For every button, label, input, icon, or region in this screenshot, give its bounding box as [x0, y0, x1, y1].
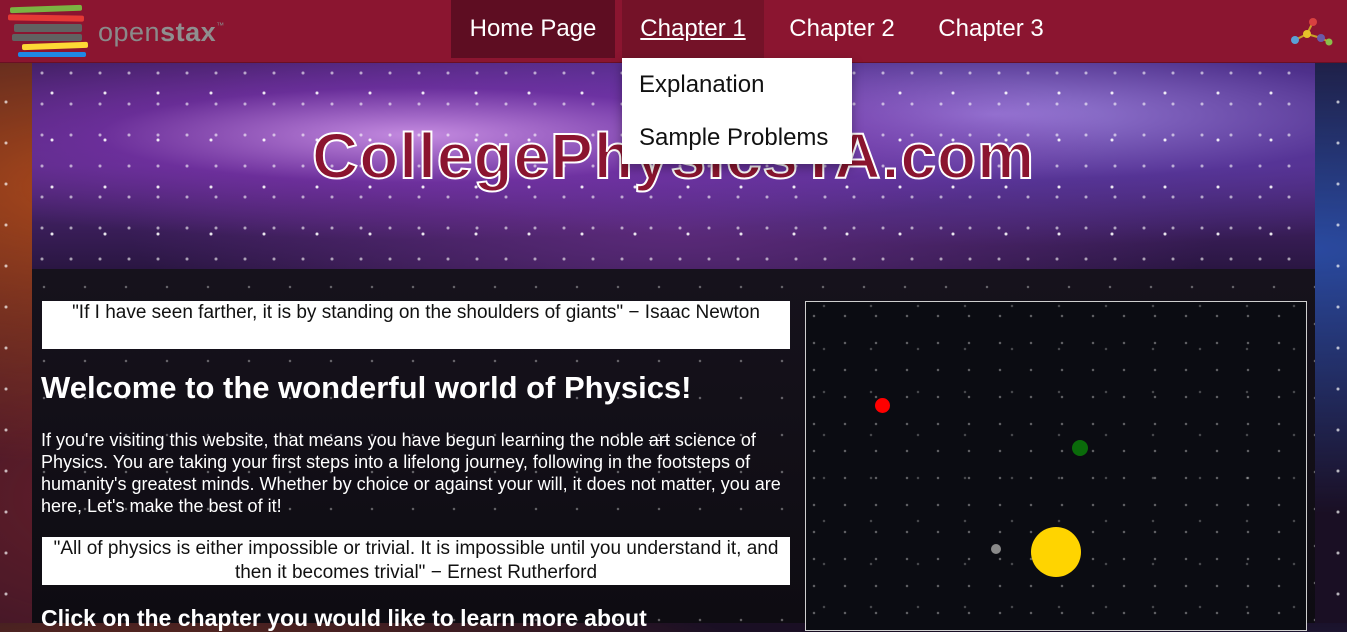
nav-chapter-3[interactable]: Chapter 3 [920, 0, 1062, 58]
chapter-prompt-heading: Click on the chapter you would like to l… [41, 605, 647, 631]
logo-wordmark: openstax™ [98, 17, 225, 47]
dropdown-item-explanation[interactable]: Explanation [622, 58, 852, 111]
welcome-heading: Welcome to the wonderful world of Physic… [41, 370, 692, 405]
red-planet [875, 398, 890, 413]
main-content: "If I have seen farther, it is by standi… [32, 269, 1315, 631]
rutherford-quote: "All of physics is either impossible or … [42, 537, 790, 585]
dropdown-item-sample-problems[interactable]: Sample Problems [622, 111, 852, 164]
top-navbar: openstax™ Home Page Chapter 1 Chapter 2 … [0, 0, 1347, 63]
sun [1031, 527, 1081, 577]
gray-planet [991, 544, 1001, 554]
nav-chapter-1[interactable]: Chapter 1 [622, 0, 764, 58]
green-planet [1072, 440, 1088, 456]
orbit-simulation-canvas[interactable] [805, 301, 1307, 631]
network-icon[interactable] [1287, 14, 1335, 48]
chapter-1-dropdown: Explanation Sample Problems [622, 58, 852, 164]
struck-word: art [648, 430, 670, 450]
intro-paragraph: If you're visiting this website, that me… [41, 430, 781, 516]
nav-chapter-2[interactable]: Chapter 2 [771, 0, 913, 58]
books-icon [7, 4, 90, 58]
openstax-logo[interactable]: openstax™ [7, 4, 238, 58]
nav-home-page[interactable]: Home Page [451, 0, 615, 58]
newton-quote: "If I have seen farther, it is by standi… [42, 301, 790, 349]
